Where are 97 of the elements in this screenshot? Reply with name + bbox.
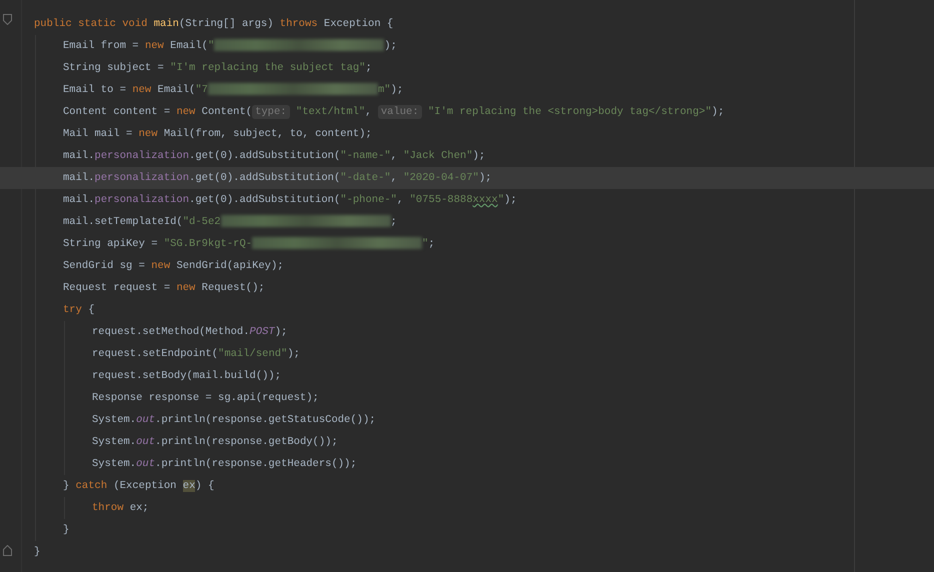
field-name: personalization (94, 194, 190, 206)
code-text: String subject = (63, 62, 164, 74)
code-text: .get(0).addSubstitution( (189, 194, 340, 206)
fold-icon[interactable] (3, 545, 12, 556)
string-literal: "0755-8888 (410, 194, 473, 206)
code-text: ; (365, 62, 372, 74)
string-literal: "7 (195, 84, 208, 96)
keyword: catch (76, 480, 108, 492)
code-text: } (34, 546, 40, 558)
code-text: .println(response.getStatusCode()); (155, 414, 376, 426)
highlighted-identifier: ex (182, 480, 196, 492)
code-text: mail.setTemplateId( (63, 216, 183, 228)
misspelled-word: xxxx (472, 194, 498, 206)
code-text: ); (274, 326, 288, 338)
field-name: personalization (94, 150, 190, 162)
code-text: ); (472, 150, 486, 162)
code-text: SendGrid sg = (63, 260, 145, 272)
code-text: ); (390, 84, 404, 96)
code-text: System. (92, 436, 136, 448)
string-literal: "-phone-" (340, 194, 397, 206)
code-text: (Exception (113, 480, 176, 492)
code-text: request.setBody(mail.build()); (92, 370, 282, 382)
code-text: Mail(from, subject, to, content); (164, 128, 372, 140)
code-text: .println(response.getBody()); (155, 436, 338, 448)
code-text: request.setMethod(Method. (92, 326, 250, 338)
string-literal: "mail/send" (218, 348, 288, 360)
code-text: , (390, 150, 397, 162)
keyword: throw (92, 502, 124, 514)
keyword: new (132, 84, 152, 96)
keyword: throws (280, 18, 318, 30)
code-text: String apiKey = (63, 238, 158, 250)
code-text: ex; (130, 502, 149, 514)
code-text: Request request = (63, 282, 170, 294)
code-text: mail. (63, 172, 95, 184)
code-text: request.setEndpoint( (92, 348, 218, 360)
code-text: ); (478, 172, 492, 184)
code-text: ); (504, 194, 517, 206)
code-text: System. (92, 458, 136, 470)
field-name: personalization (94, 172, 190, 184)
code-text: ) { (195, 480, 214, 492)
string-literal: "text/html" (296, 106, 366, 118)
code-text: Content content = (63, 106, 170, 118)
code-text: ; (390, 216, 397, 228)
keyword: public static void (34, 18, 148, 30)
code-text: Exception { (324, 18, 394, 30)
code-text: , (365, 106, 372, 118)
keyword: new (176, 282, 196, 294)
code-text: Email from = (63, 40, 139, 52)
static-field: POST (250, 326, 275, 338)
code-text: Content( (202, 106, 252, 118)
keyword: new (138, 128, 158, 140)
string-literal: "I'm replacing the <strong>body tag</strong>" (428, 106, 712, 118)
static-field: out (136, 458, 156, 470)
keyword: new (176, 106, 196, 118)
code-text: .println(response.getHeaders()); (155, 458, 357, 470)
string-literal: " (422, 238, 428, 250)
string-literal: "SG.Br9kgt-rQ- (164, 238, 252, 250)
code-text: .get(0).addSubstitution( (189, 150, 340, 162)
keyword: try (63, 304, 82, 316)
code-text: ); (712, 106, 724, 118)
fold-icon[interactable] (3, 14, 12, 25)
code-text: { (88, 304, 95, 316)
code-text: Email( (158, 84, 196, 96)
keyword: new (144, 40, 164, 52)
string-literal: "Jack Chen" (403, 150, 473, 162)
code-text: Request(); (202, 282, 265, 294)
code-text: System. (92, 414, 136, 426)
string-literal: " (498, 194, 504, 206)
code-text: mail. (63, 150, 95, 162)
code-text: Email to = (63, 84, 126, 96)
code-text: } (63, 524, 70, 536)
static-field: out (136, 436, 156, 448)
code-text: Email( (170, 40, 208, 52)
code-text: mail. (63, 194, 95, 206)
code-text: , (396, 194, 404, 206)
code-text: ); (287, 348, 300, 360)
parameter-hint: value: (378, 105, 422, 119)
keyword: new (151, 260, 170, 272)
code-text: (String[] args) (178, 18, 274, 30)
string-literal: m" (378, 84, 391, 96)
code-text: ; (428, 238, 435, 250)
code-text: .get(0).addSubstitution( (189, 172, 340, 184)
string-literal: "-date-" (340, 172, 391, 184)
string-literal: "2020-04-07" (403, 172, 479, 184)
string-literal: " (208, 40, 214, 52)
method-name: main (154, 18, 179, 30)
string-literal: "-name-" (340, 150, 391, 162)
string-literal: "I'm replacing the subject tag" (170, 62, 366, 74)
static-field: out (136, 414, 156, 426)
parameter-hint: type: (252, 105, 290, 119)
code-text: , (390, 172, 397, 184)
code-text: Mail mail = (63, 128, 132, 140)
code-text: Response response = sg.api(request); (92, 392, 319, 404)
code-text: ); (384, 40, 397, 52)
code-text: SendGrid(apiKey); (176, 260, 284, 272)
code-text: } (63, 480, 70, 492)
string-literal: "d-5e2 (182, 216, 221, 228)
